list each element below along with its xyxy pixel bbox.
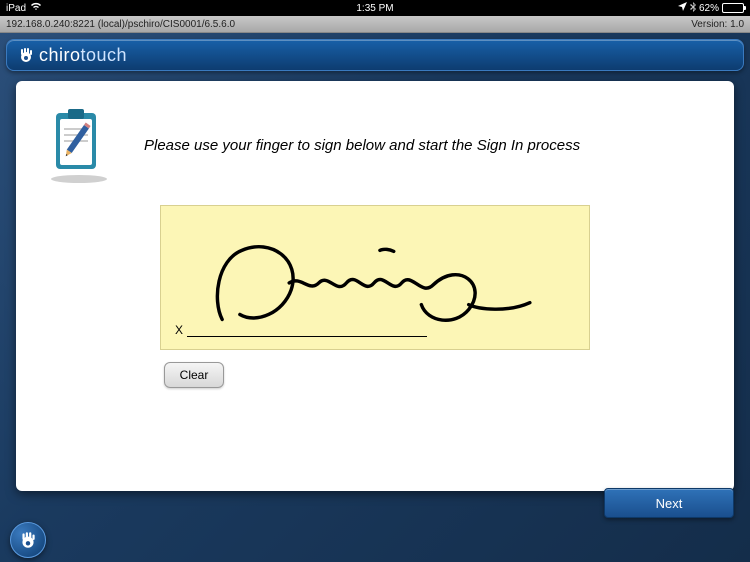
battery-icon (722, 3, 744, 13)
content-card: Please use your finger to sign below and… (16, 81, 734, 491)
bluetooth-icon (690, 2, 696, 15)
clock: 1:35 PM (356, 3, 393, 14)
logo-part2: touch (81, 45, 128, 65)
clipboard-pencil-icon (44, 105, 114, 185)
signature-x-marker: X (175, 323, 183, 337)
location-icon (678, 2, 687, 14)
battery-pct: 62% (699, 3, 719, 14)
hand-icon (17, 46, 35, 64)
footer-hand-button[interactable] (10, 522, 46, 558)
instruction-text: Please use your finger to sign below and… (144, 137, 580, 154)
app-logo: chirotouch (17, 45, 127, 66)
version-label: Version: 1.0 (691, 19, 744, 30)
app-header: chirotouch (6, 39, 744, 71)
hand-icon (18, 530, 38, 550)
carrier-label: iPad (6, 3, 26, 14)
wifi-icon (30, 2, 42, 14)
signature-pad[interactable]: X (160, 205, 590, 350)
signature-line (187, 336, 427, 337)
next-button[interactable]: Next (604, 488, 734, 518)
clear-button[interactable]: Clear (164, 362, 224, 388)
logo-part1: chiro (39, 45, 81, 65)
ios-status-bar: iPad 1:35 PM 62% (0, 0, 750, 16)
server-path: 192.168.0.240:8221 (local)/pschiro/CIS00… (6, 19, 235, 30)
server-info-bar: 192.168.0.240:8221 (local)/pschiro/CIS00… (0, 16, 750, 33)
app-frame: chirotouch (0, 33, 750, 562)
